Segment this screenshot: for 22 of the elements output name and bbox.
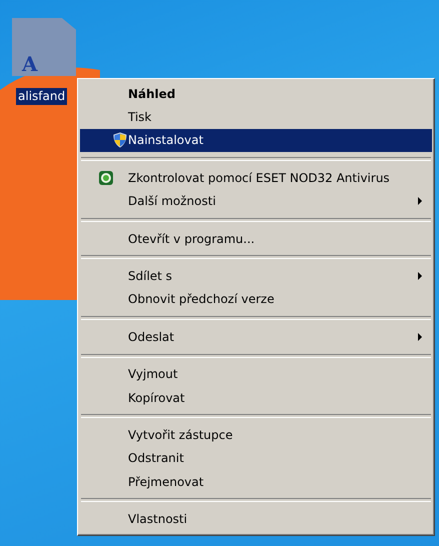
- menu-item[interactable]: Odeslat: [80, 325, 432, 349]
- menu-item[interactable]: Nainstalovat: [80, 128, 432, 152]
- menu-item[interactable]: Vytvořit zástupce: [80, 423, 432, 447]
- menu-item[interactable]: Přejmenovat: [80, 470, 432, 494]
- menu-item[interactable]: Kopírovat: [80, 386, 432, 410]
- menu-item[interactable]: Zkontrolovat pomocí ESET NOD32 Antivirus: [80, 166, 432, 190]
- menu-item[interactable]: Obnovit předchozí verze: [80, 288, 432, 312]
- icon-label[interactable]: alisfand: [16, 88, 68, 105]
- menu-item[interactable]: Odstranit: [80, 446, 432, 470]
- submenu-arrow-icon: [418, 332, 422, 341]
- menu-item[interactable]: Otevřít v programu...: [80, 226, 432, 250]
- file-glyph: A: [22, 52, 38, 76]
- menu-item[interactable]: Vlastnosti: [80, 507, 432, 531]
- shield-icon: [112, 132, 128, 148]
- menu-item[interactable]: Sdílet s: [80, 264, 432, 288]
- menu-item[interactable]: Náhled: [80, 82, 432, 106]
- menu-item[interactable]: Vyjmout: [80, 362, 432, 386]
- submenu-arrow-icon: [418, 197, 422, 206]
- menu-item[interactable]: Tisk: [80, 105, 432, 129]
- eye-badge-icon: [98, 170, 114, 186]
- menu-item[interactable]: Další možnosti: [80, 190, 432, 213]
- submenu-arrow-icon: [418, 272, 422, 280]
